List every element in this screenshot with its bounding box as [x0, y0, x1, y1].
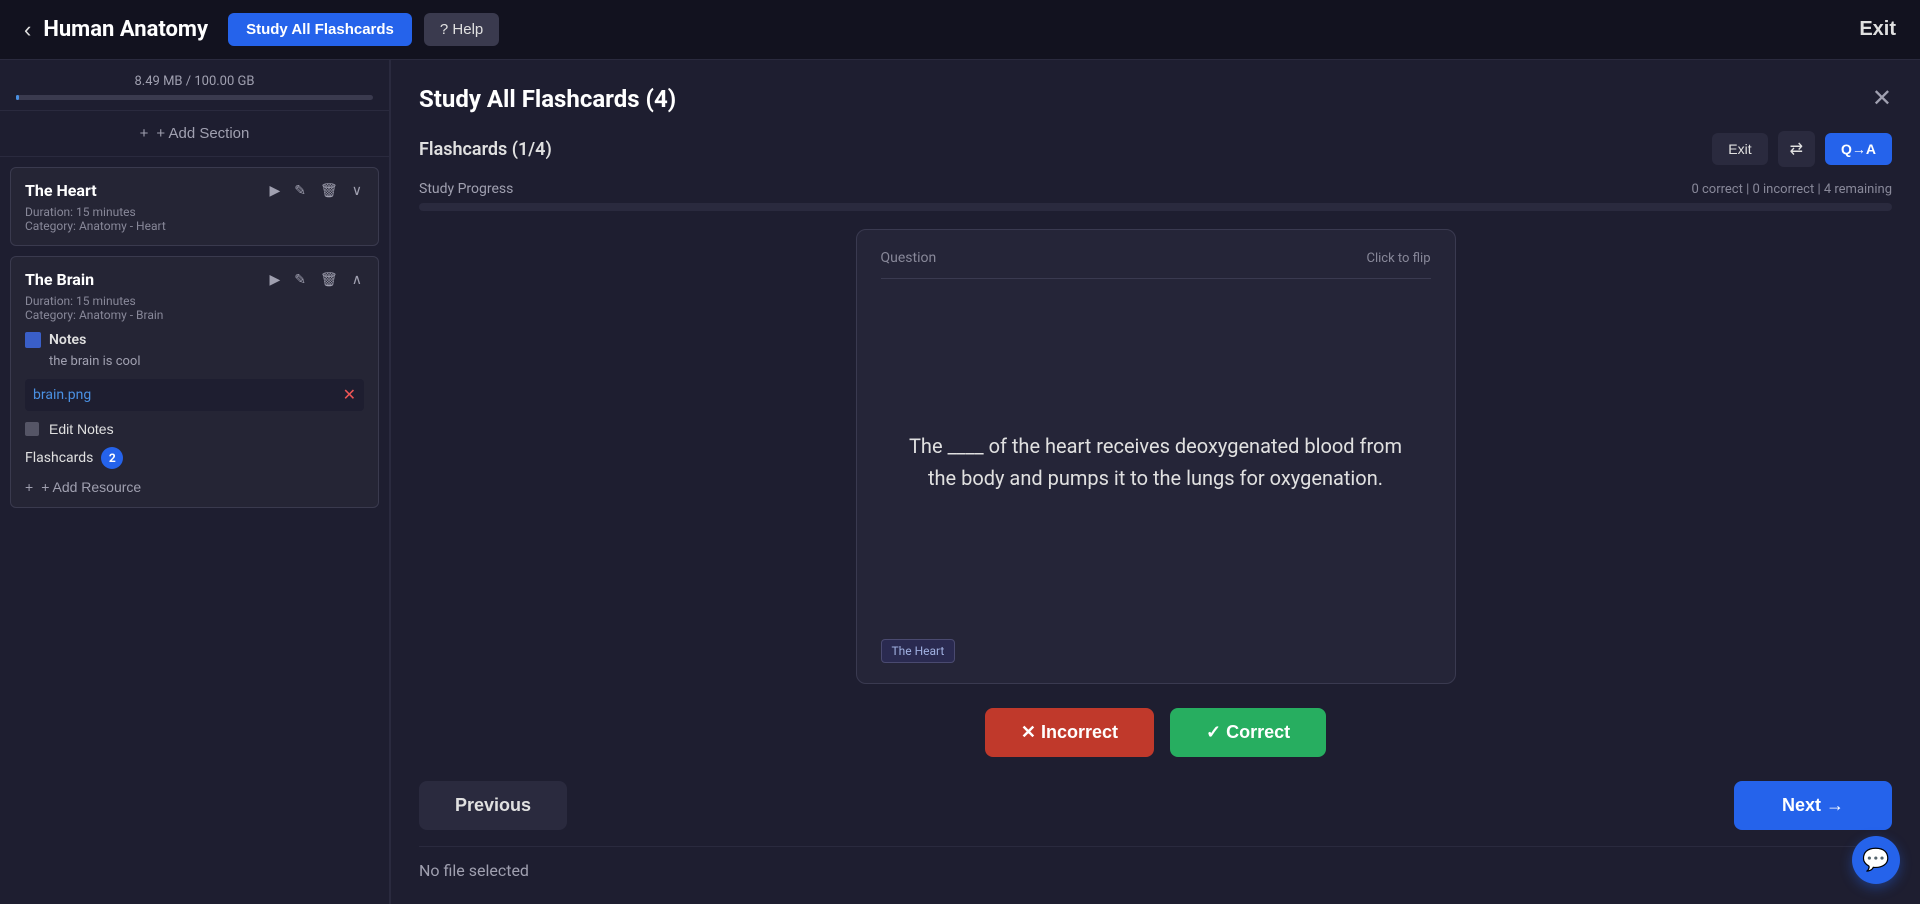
storage-text: 8.49 MB / 100.00 GB — [16, 74, 373, 89]
progress-stats: 0 correct | 0 incorrect | 4 remaining — [1691, 182, 1892, 197]
previous-button[interactable]: Previous — [419, 781, 567, 830]
help-button[interactable]: ? Help — [424, 13, 499, 46]
flashcard-subtitle-row: Flashcards (1/4) Exit ⇄ Q→A — [419, 131, 1892, 167]
progress-section: Study Progress 0 correct | 0 incorrect |… — [419, 181, 1892, 211]
collapse-button-brain[interactable]: ∧ — [350, 269, 364, 290]
storage-bar-fill — [16, 95, 19, 100]
section-header-brain: The Brain ▶ ✎ 🗑 ∧ — [25, 269, 364, 290]
section-icons-heart: ▶ ✎ 🗑 ∨ — [267, 180, 364, 201]
sidebar: 8.49 MB / 100.00 GB + + Add Section The … — [0, 60, 390, 904]
flashcard-flip-hint: Click to flip — [1366, 251, 1430, 266]
plus-icon-resource: + — [25, 479, 33, 495]
section-category-brain: Category: Anatomy - Brain — [25, 308, 364, 322]
delete-button-heart[interactable]: 🗑 — [318, 180, 340, 201]
modal-close-button[interactable]: ✕ — [1872, 84, 1892, 113]
nav-buttons: Previous Next → — [419, 781, 1892, 830]
progress-label-row: Study Progress 0 correct | 0 incorrect |… — [419, 181, 1892, 197]
add-resource-label: + Add Resource — [41, 479, 141, 495]
file-name: brain.png — [33, 387, 91, 403]
main-content: 8.49 MB / 100.00 GB + + Add Section The … — [0, 60, 1920, 904]
section-title-brain: The Brain — [25, 270, 94, 289]
flashcard-area: Question Click to flip The ____ of the h… — [419, 229, 1892, 684]
play-button-brain[interactable]: ▶ — [267, 269, 282, 290]
edit-notes-icon — [25, 422, 39, 436]
modal-overlay: Study All Flashcards (4) ✕ Flashcards (1… — [390, 60, 1920, 904]
edit-notes-button[interactable]: Edit Notes — [25, 411, 364, 437]
flashcard[interactable]: Question Click to flip The ____ of the h… — [856, 229, 1456, 684]
progress-bar-background — [419, 203, 1892, 211]
notes-label-text: Notes — [49, 332, 86, 348]
modal-panel: Study All Flashcards (4) ✕ Flashcards (1… — [390, 60, 1920, 904]
storage-area: 8.49 MB / 100.00 GB — [0, 60, 389, 111]
shuffle-button[interactable]: ⇄ — [1778, 131, 1815, 167]
section-duration-heart: Duration: 15 minutes — [25, 205, 364, 219]
modal-title-row: Study All Flashcards (4) ✕ — [419, 84, 1892, 113]
section-card-brain: The Brain ▶ ✎ 🗑 ∧ Duration: 15 minutes C… — [10, 256, 379, 508]
progress-label: Study Progress — [419, 181, 513, 197]
edit-notes-label: Edit Notes — [49, 421, 114, 437]
qa-mode-button[interactable]: Q→A — [1825, 133, 1892, 165]
flashcard-controls: Exit ⇄ Q→A — [1712, 131, 1892, 167]
edit-button-brain[interactable]: ✎ — [292, 269, 308, 290]
plus-icon: + — [140, 125, 149, 142]
chat-bubble-button[interactable]: 💬 — [1852, 836, 1900, 884]
flashcard-question: The ____ of the heart receives deoxygena… — [881, 299, 1431, 625]
exit-top-button[interactable]: Exit — [1859, 18, 1896, 41]
section-duration-brain: Duration: 15 minutes — [25, 294, 364, 308]
next-button[interactable]: Next → — [1734, 781, 1892, 830]
no-file-text: No file selected — [419, 846, 1892, 880]
flashcard-type-label: Question — [881, 250, 937, 266]
flashcards-label: Flashcards — [25, 450, 93, 466]
flashcard-subtitle: Flashcards (1/4) — [419, 139, 552, 160]
delete-button-brain[interactable]: 🗑 — [318, 269, 340, 290]
section-category-heart: Category: Anatomy - Heart — [25, 219, 364, 233]
flashcards-row[interactable]: Flashcards 2 — [25, 437, 364, 469]
notes-label: Notes — [25, 332, 364, 348]
flashcard-top: Question Click to flip — [881, 250, 1431, 279]
add-resource-button[interactable]: + + Add Resource — [25, 469, 364, 495]
modal-title: Study All Flashcards (4) — [419, 85, 676, 113]
add-section-button[interactable]: + + Add Section — [0, 111, 389, 157]
notes-content: the brain is cool — [49, 354, 364, 369]
section-header-heart: The Heart ▶ ✎ 🗑 ∨ — [25, 180, 364, 201]
section-title-heart: The Heart — [25, 181, 97, 200]
edit-button-heart[interactable]: ✎ — [292, 180, 308, 201]
storage-bar-background — [16, 95, 373, 100]
flashcard-tag: The Heart — [881, 639, 956, 663]
answer-buttons: ✕ Incorrect ✓ Correct — [419, 708, 1892, 757]
notes-icon — [25, 332, 41, 348]
file-remove-button[interactable]: ✕ — [343, 385, 356, 405]
section-card-heart: The Heart ▶ ✎ 🗑 ∨ Duration: 15 minutes C… — [10, 167, 379, 246]
incorrect-button[interactable]: ✕ Incorrect — [985, 708, 1154, 757]
app-title: Human Anatomy — [43, 17, 208, 42]
play-button-heart[interactable]: ▶ — [267, 180, 282, 201]
file-item: brain.png ✕ — [25, 379, 364, 411]
add-section-label: + Add Section — [156, 125, 249, 142]
section-icons-brain: ▶ ✎ 🗑 ∧ — [267, 269, 364, 290]
correct-button[interactable]: ✓ Correct — [1170, 708, 1326, 757]
exit-flashcard-button[interactable]: Exit — [1712, 133, 1767, 165]
flashcards-badge: 2 — [101, 447, 123, 469]
top-header: ‹ Human Anatomy Study All Flashcards ? H… — [0, 0, 1920, 60]
notes-area: Notes the brain is cool — [25, 332, 364, 369]
expand-button-heart[interactable]: ∨ — [350, 180, 364, 201]
back-button[interactable]: ‹ — [24, 17, 31, 43]
study-all-flashcards-button[interactable]: Study All Flashcards — [228, 13, 412, 46]
chat-icon: 💬 — [1862, 848, 1889, 873]
